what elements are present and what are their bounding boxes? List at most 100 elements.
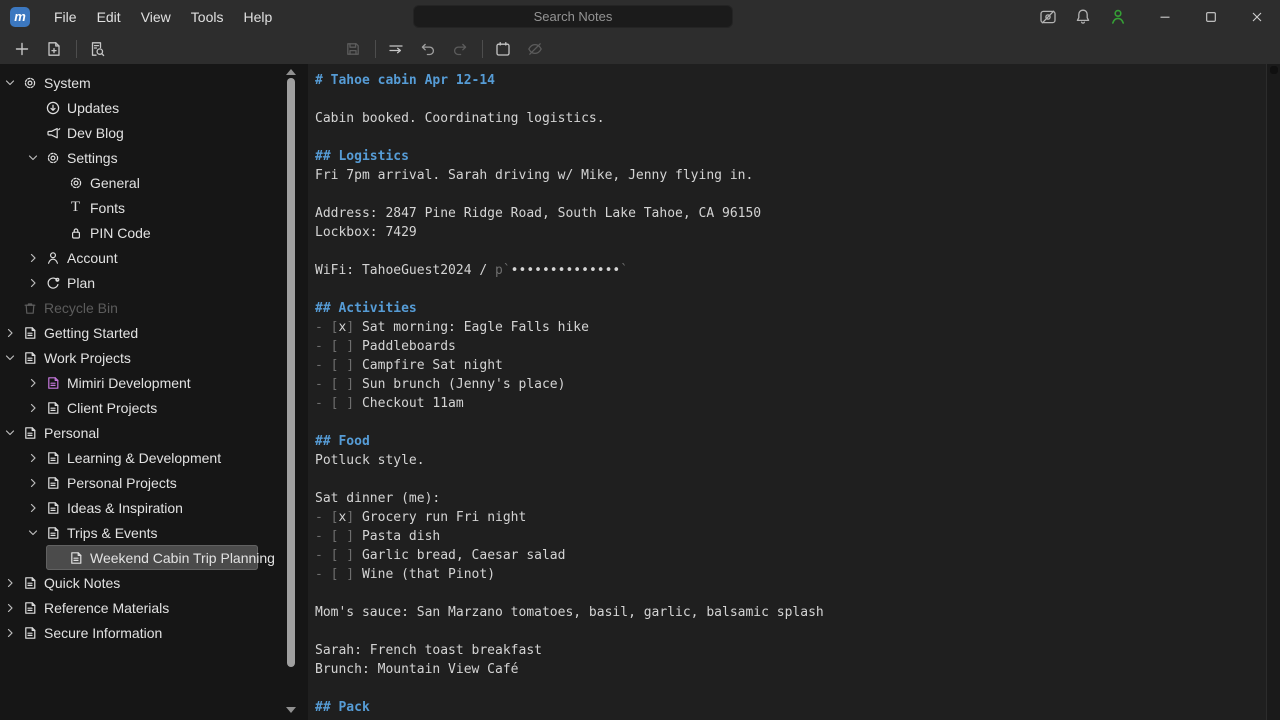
text-segment: Fri 7pm arrival. Sarah driving w/ Mike, … [315,168,754,183]
window-close-button[interactable] [1234,0,1280,33]
sidebar-item-plan[interactable]: Plan [23,270,258,295]
chevron-right-icon[interactable] [23,395,44,420]
scroll-up-arrow-icon[interactable] [286,69,296,75]
text-segment: Sat dinner (me): [315,491,441,506]
chevron-down-icon[interactable] [0,345,21,370]
text-segment: Paddleboards [361,339,456,354]
sidebar-item-client-projects[interactable]: Client Projects [23,395,258,420]
editor-line: WiFi: TahoeGuest2024 / p`••••••••••••••` [315,261,1266,280]
menu-help[interactable]: Help [233,5,282,29]
chevron-down-icon[interactable] [23,520,44,545]
chevron-right-icon[interactable] [0,595,21,620]
search-input[interactable] [413,5,733,28]
sidebar-item-account[interactable]: Account [23,245,258,270]
window-maximize-button[interactable] [1188,0,1234,33]
screen-capture-blocked-icon[interactable] [1037,6,1059,28]
calendar-icon[interactable] [493,39,513,59]
chevron-right-icon[interactable] [0,570,21,595]
menu-view[interactable]: View [131,5,181,29]
chevron-down-icon[interactable] [0,420,21,445]
sidebar-item-updates[interactable]: Updates [23,95,258,120]
editor-scrollbar[interactable] [1266,64,1280,720]
text-segment: Campfire Sat night [361,358,503,373]
sidebar-item-personal-projects[interactable]: Personal Projects [23,470,258,495]
sidebar-item-reference-materials[interactable]: Reference Materials [0,595,258,620]
text-segment: ## Pack [315,700,370,715]
sidebar-item-getting-started[interactable]: Getting Started [0,320,258,345]
sidebar-item-label: Ideas & Inspiration [67,499,183,516]
editor-line: Address: 2847 Pine Ridge Road, South Lak… [315,204,1266,223]
chevron-right-icon[interactable] [0,320,21,345]
sidebar-item-general[interactable]: General [46,170,258,195]
menu-edit[interactable]: Edit [87,5,131,29]
window-minimize-button[interactable] [1142,0,1188,33]
sidebar-item-work-projects[interactable]: Work Projects [0,345,258,370]
toolbar-divider [375,39,376,58]
text-segment: Address: 2847 Pine Ridge Road, South Lak… [315,206,762,221]
sidebar-item-trips-events[interactable]: Trips & Events [23,520,258,545]
undo-button[interactable] [418,39,438,59]
text-segment: Grocery run Fri night [361,510,527,525]
titlebar-right [1037,0,1280,33]
add-note-button[interactable] [12,39,32,59]
editor-line: - [x] Sat morning: Eagle Falls hike [315,318,1266,337]
sidebar-item-secure-information[interactable]: Secure Information [0,620,258,645]
editor-scrollbar-thumb[interactable] [1270,66,1278,74]
sidebar-item-settings[interactable]: Settings [23,145,258,170]
sidebar-item-label: Weekend Cabin Trip Planning [90,549,275,566]
notifications-bell-icon[interactable] [1072,6,1094,28]
sidebar-item-dev-blog[interactable]: Dev Blog [23,120,258,145]
note-icon [44,374,61,391]
save-button[interactable] [343,39,363,59]
sidebar-scrollbar[interactable] [284,64,298,720]
find-in-notes-icon[interactable] [87,39,107,59]
chevron-right-icon[interactable] [23,245,44,270]
sidebar-item-label: Personal [44,424,100,441]
chevron-right-icon[interactable] [0,620,21,645]
chevron-right-icon[interactable] [23,495,44,520]
gear-icon [67,174,84,191]
note-icon [21,324,38,341]
note-icon [21,599,38,616]
sidebar-scrollbar-thumb[interactable] [287,78,295,667]
sidebar-item-label: Secure Information [44,624,163,641]
chevron-right-icon[interactable] [23,445,44,470]
editor-line: - [ ] Checkout 11am [315,394,1266,413]
note-icon [44,524,61,541]
sidebar-item-quick-notes[interactable]: Quick Notes [0,570,258,595]
sidebar-item-ideas-inspiration[interactable]: Ideas & Inspiration [23,495,258,520]
redo-button[interactable] [450,39,470,59]
sidebar-item-recycle-bin[interactable]: Recycle Bin [0,295,258,320]
text-segment: ] [346,320,362,335]
main-area: System Updates Dev Blog Settings General T Fon… [0,64,1280,720]
text-segment: ] [346,510,362,525]
account-status-icon[interactable] [1107,6,1129,28]
menu-tools[interactable]: Tools [181,5,234,29]
new-note-icon[interactable] [44,39,64,59]
chevron-right-icon[interactable] [23,370,44,395]
sidebar-item-mimiri-development[interactable]: Mimiri Development [23,370,258,395]
sidebar-item-learning-development[interactable]: Learning & Development [23,445,258,470]
chevron-down-icon[interactable] [0,70,21,95]
trash-icon [21,299,38,316]
text-segment: - [ ] [315,548,362,563]
note-editor[interactable]: # Tahoe cabin Apr 12-14 Cabin booked. Co… [308,64,1266,720]
sidebar-item-fonts[interactable]: T Fonts [46,195,258,220]
menu-file[interactable]: File [44,5,87,29]
sidebar-item-weekend-cabin-trip-planning[interactable]: Weekend Cabin Trip Planning [46,545,275,570]
word-wrap-icon[interactable] [386,39,406,59]
hide-password-eye-off-icon[interactable] [525,39,545,59]
scroll-down-arrow-icon[interactable] [286,707,296,713]
text-segment: Brunch: Mountain View Café [315,662,519,677]
chevron-right-icon[interactable] [23,470,44,495]
megaphone-icon [44,124,61,141]
chevron-down-icon[interactable] [23,145,44,170]
sidebar-item-system[interactable]: System [0,70,258,95]
chevron-right-icon[interactable] [23,270,44,295]
sidebar-item-personal[interactable]: Personal [0,420,258,445]
sidebar-item-pin-code[interactable]: PIN Code [46,220,258,245]
